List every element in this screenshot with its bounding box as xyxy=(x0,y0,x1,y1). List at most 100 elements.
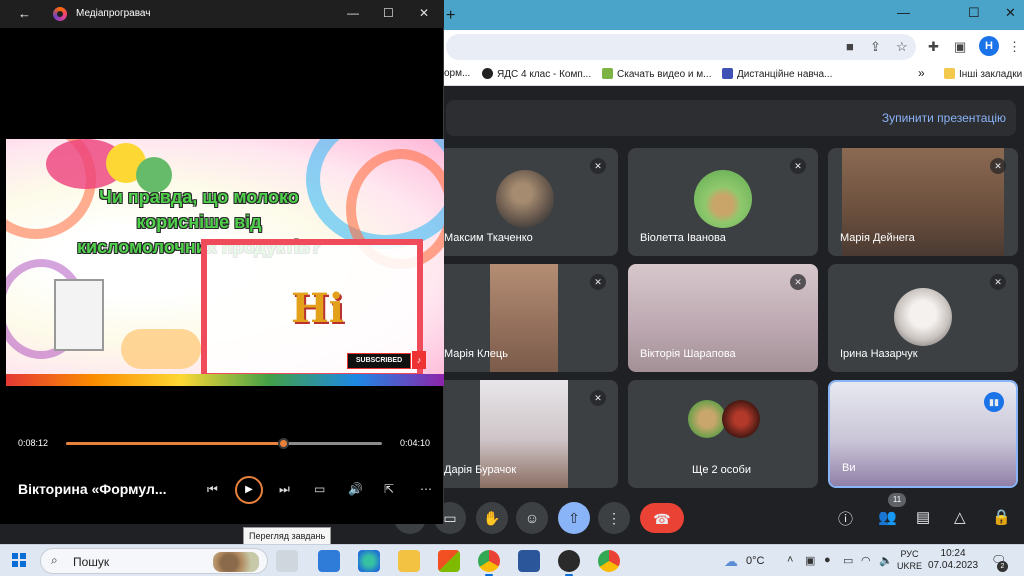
share-icon[interactable]: ⇪ xyxy=(870,39,881,55)
people-count-badge: 11 xyxy=(888,493,906,507)
maximize-icon[interactable]: ☐ xyxy=(383,6,394,20)
avatar xyxy=(688,400,726,438)
next-icon[interactable]: ⏭ xyxy=(279,482,290,497)
volume-icon[interactable]: 🔊 xyxy=(348,482,363,496)
avatar xyxy=(496,170,554,228)
now-playing-title[interactable]: Вікторина «Формул... xyxy=(18,481,167,497)
edge-icon[interactable] xyxy=(358,550,380,572)
minimize-icon[interactable]: — xyxy=(897,5,910,20)
play-button[interactable]: ▶ xyxy=(235,476,263,504)
avatar xyxy=(894,288,952,346)
mic-off-icon: ✕ xyxy=(990,274,1006,290)
side-panel-icon[interactable]: ▣ xyxy=(954,39,966,55)
search-box[interactable]: ⌕ Пошук xyxy=(40,548,268,574)
other-bookmarks[interactable]: Інші закладки xyxy=(944,68,1022,80)
download-icon xyxy=(602,68,613,79)
chrome-icon[interactable] xyxy=(598,550,620,572)
extensions-icon[interactable]: ✚ xyxy=(928,39,939,55)
participant-tile[interactable]: ✕ Максим Ткаченко xyxy=(428,148,618,256)
participant-tile[interactable]: ✕ Марія Дейнега xyxy=(828,148,1018,256)
bookmark-3[interactable]: Скачать видео и м... xyxy=(602,68,712,80)
activities-icon[interactable]: △ xyxy=(954,508,966,526)
participant-tile[interactable]: ✕ Віолетта Іванова xyxy=(628,148,818,256)
people-icon[interactable]: 👥 xyxy=(878,508,897,526)
media-player-icon[interactable] xyxy=(558,550,580,576)
mic-off-icon: ✕ xyxy=(590,390,606,406)
more-options-icon[interactable]: ⋯ xyxy=(420,482,432,496)
speaker-icon[interactable]: 🔈 xyxy=(879,554,893,567)
store-icon[interactable] xyxy=(438,550,460,572)
stop-presenting-button[interactable]: Зупинити презентацію xyxy=(882,111,1006,125)
host-controls-icon[interactable]: 🔒 xyxy=(992,508,1011,526)
cloud-icon: ☁ xyxy=(724,553,738,569)
captions-icon[interactable]: ▭ xyxy=(314,482,325,496)
search-highlight-image xyxy=(213,552,259,572)
avatar xyxy=(694,170,752,228)
network-icon[interactable]: ▭ xyxy=(843,554,853,567)
video-frame[interactable]: Чи правда, що молоко корисніше від кисло… xyxy=(6,139,444,386)
close-icon[interactable]: ✕ xyxy=(419,6,429,20)
clock[interactable]: 10:24 07.04.2023 xyxy=(928,548,978,572)
maximize-icon[interactable]: ☐ xyxy=(968,5,980,21)
bell-icon: ♪ xyxy=(412,351,426,369)
camera-icon[interactable]: ■ xyxy=(846,39,854,54)
file-explorer-icon[interactable] xyxy=(398,550,420,572)
participant-tile[interactable]: ✕ Дарія Бурачок xyxy=(428,380,618,488)
seek-bar-row: 0:08:12 0:04:10 xyxy=(0,432,444,454)
chat-icon[interactable]: ▤ xyxy=(916,508,930,526)
participant-tile[interactable]: Ще 2 особи xyxy=(628,380,818,488)
previous-icon[interactable]: ⏮ xyxy=(207,482,218,497)
word-icon[interactable] xyxy=(518,550,540,572)
new-tab-button[interactable]: + xyxy=(446,7,455,25)
bookmarks-more-button[interactable]: » xyxy=(918,66,925,80)
player-title: Медіапрогравач xyxy=(76,8,151,19)
hi-text: Hi xyxy=(291,285,344,332)
current-time: 0:08:12 xyxy=(18,438,49,448)
raise-hand-button[interactable]: ✋ xyxy=(476,502,508,534)
media-player-window: ← Медіапрогравач — ☐ ✕ Чи правда, що мол… xyxy=(0,0,444,524)
present-button[interactable]: ⇧ xyxy=(558,502,590,534)
emoji-button[interactable]: ☺ xyxy=(516,502,548,534)
info-icon[interactable]: ⓘ xyxy=(838,508,853,529)
more-options-button[interactable]: ⋮ xyxy=(598,502,630,534)
wifi-icon[interactable]: ◠ xyxy=(861,554,871,567)
tooltip: Перегляд завдань xyxy=(243,527,332,545)
participant-tile[interactable]: ✕ Вікторія Шарапова xyxy=(628,264,818,372)
profile-avatar[interactable]: Н xyxy=(979,36,999,56)
seek-slider[interactable] xyxy=(66,438,382,449)
participant-name: Марія Дейнега xyxy=(840,232,915,244)
player-titlebar: ← Медіапрогравач — ☐ ✕ xyxy=(0,0,444,28)
classroom-icon xyxy=(722,68,733,79)
close-icon[interactable]: ✕ xyxy=(1005,5,1016,21)
search-label: Пошук xyxy=(73,555,110,569)
mic-off-icon: ✕ xyxy=(590,274,606,290)
participant-tile[interactable]: ✕ Ірина Назарчук xyxy=(828,264,1018,372)
bookmark-2[interactable]: ЯДС 4 клас - Комп... xyxy=(482,68,591,80)
participant-tile[interactable]: ✕ Марія Клець xyxy=(428,264,618,372)
chrome-profile-icon[interactable] xyxy=(478,550,500,576)
mic-icon[interactable]: ● xyxy=(824,554,831,566)
media-player-logo xyxy=(53,7,67,21)
meet-tray-icon[interactable]: ▣ xyxy=(805,554,815,567)
participant-name: Вікторія Шарапова xyxy=(640,348,736,360)
seek-thumb[interactable] xyxy=(278,438,290,449)
participant-tile-self[interactable]: ▮▮ Ви xyxy=(828,380,1018,488)
bookmark-1[interactable]: орм... xyxy=(444,68,470,79)
weather-temperature[interactable]: 0°C xyxy=(746,555,764,567)
mail-icon[interactable] xyxy=(318,550,340,572)
mini-player-icon[interactable]: ⇱ xyxy=(384,482,394,496)
back-arrow-icon[interactable]: ← xyxy=(18,6,31,21)
start-button[interactable] xyxy=(12,553,26,567)
menu-icon[interactable]: ⋮ xyxy=(1008,39,1021,55)
minimize-icon[interactable]: — xyxy=(347,6,359,20)
bookmark-4[interactable]: Дистанційне навча... xyxy=(722,68,832,80)
end-call-button[interactable]: ☎ xyxy=(640,503,684,533)
task-view-icon[interactable] xyxy=(276,550,298,572)
mic-off-icon: ✕ xyxy=(790,274,806,290)
chevron-up-icon[interactable]: ˄ xyxy=(787,554,793,566)
bookmark-star-icon[interactable]: ☆ xyxy=(896,39,908,55)
participant-name: Ірина Назарчук xyxy=(840,348,918,360)
search-icon: ⌕ xyxy=(51,553,58,567)
language-indicator[interactable]: РУС UKRE xyxy=(897,548,922,572)
mic-off-icon: ✕ xyxy=(590,158,606,174)
